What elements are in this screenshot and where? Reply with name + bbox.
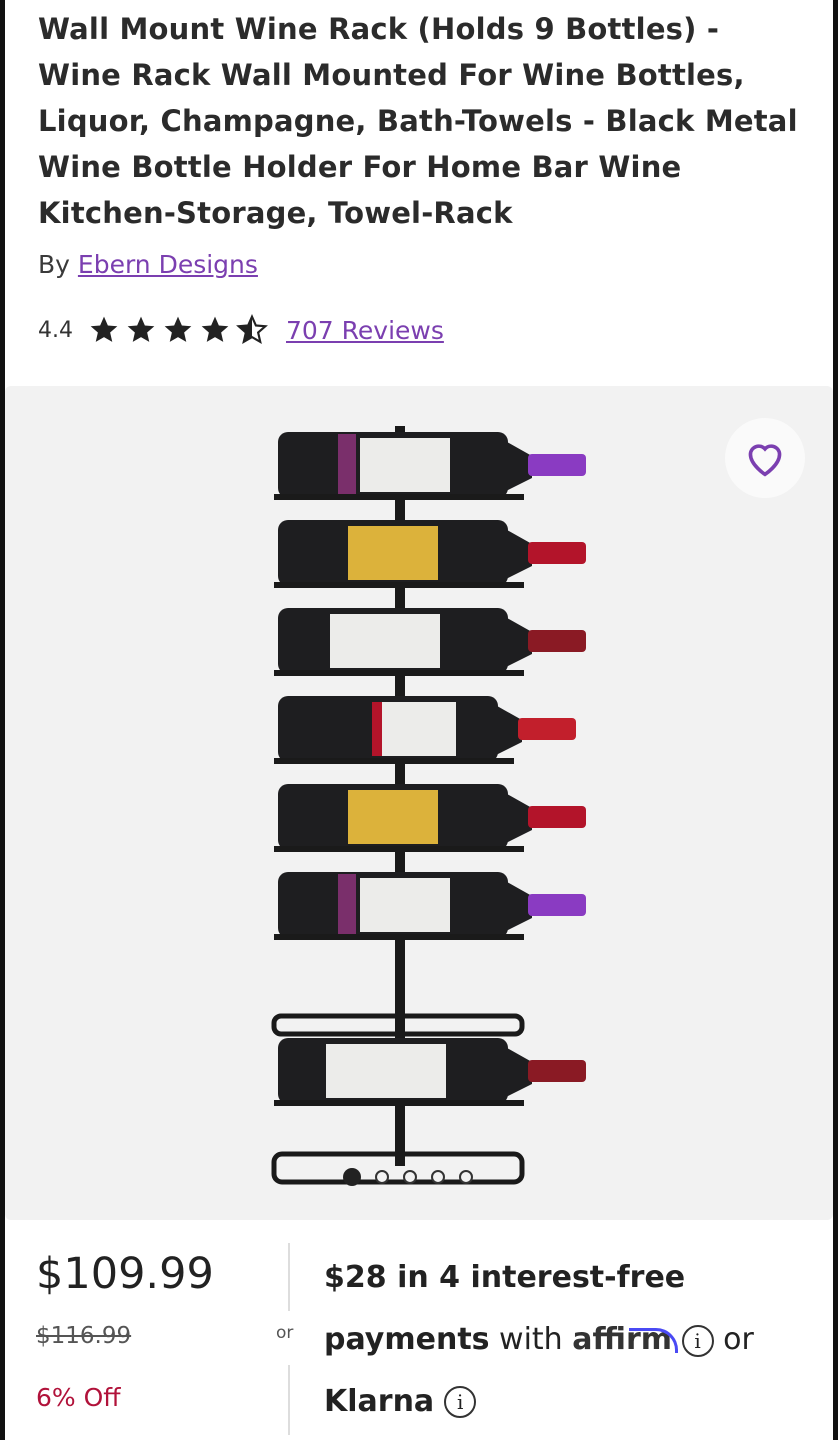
divider	[288, 1243, 290, 1311]
gallery-pagination	[343, 1168, 487, 1186]
original-price: $116.99	[36, 1323, 132, 1349]
right-edge	[833, 0, 838, 1440]
gallery-dot[interactable]	[375, 1170, 389, 1184]
product-image-gallery[interactable]	[5, 386, 833, 1220]
info-circle-icon[interactable]: i	[444, 1386, 477, 1418]
reviews-link[interactable]: 707 Reviews	[286, 316, 444, 345]
heart-outline-icon	[748, 444, 782, 477]
wine-rack-image	[271, 426, 586, 1185]
favorite-button[interactable]	[725, 418, 805, 498]
payments-word: payments	[324, 1322, 490, 1357]
price-section: $109.99 $116.99 6% Off or $28 in 4 inter…	[0, 1225, 838, 1440]
gallery-dot[interactable]	[403, 1170, 417, 1184]
klarna-logo: Klarna	[324, 1384, 435, 1419]
brand-link[interactable]: Ebern Designs	[78, 250, 258, 279]
or-separator: or	[276, 1323, 294, 1343]
star-rating	[87, 314, 272, 346]
star-icon	[127, 316, 155, 342]
affirm-logo: affirm	[572, 1322, 673, 1357]
brand-byline: By Ebern Designs	[38, 250, 258, 279]
gallery-dot[interactable]	[459, 1170, 473, 1184]
installment-text: in 4 interest-free	[386, 1260, 686, 1295]
rating-value: 4.4	[38, 317, 73, 343]
financing-info: $28 in 4 interest-free payments with aff…	[324, 1247, 804, 1433]
with-text: with	[489, 1322, 573, 1357]
star-half-icon	[236, 314, 268, 345]
discount-badge: 6% Off	[36, 1383, 121, 1412]
sale-price: $109.99	[36, 1249, 214, 1299]
product-title: Wall Mount Wine Rack (Holds 9 Bottles) -…	[38, 12, 798, 230]
info-circle-icon[interactable]: i	[681, 1324, 714, 1357]
gallery-dot[interactable]	[343, 1168, 361, 1186]
star-icon	[164, 316, 192, 342]
rating-row: 4.4 707 Reviews	[38, 310, 444, 350]
or-text: or	[723, 1322, 754, 1357]
star-icon	[201, 316, 229, 342]
gallery-dot[interactable]	[431, 1170, 445, 1184]
by-label: By	[38, 250, 70, 279]
installment-amount: $28	[324, 1260, 387, 1295]
star-icon	[90, 316, 118, 342]
divider	[288, 1365, 290, 1435]
